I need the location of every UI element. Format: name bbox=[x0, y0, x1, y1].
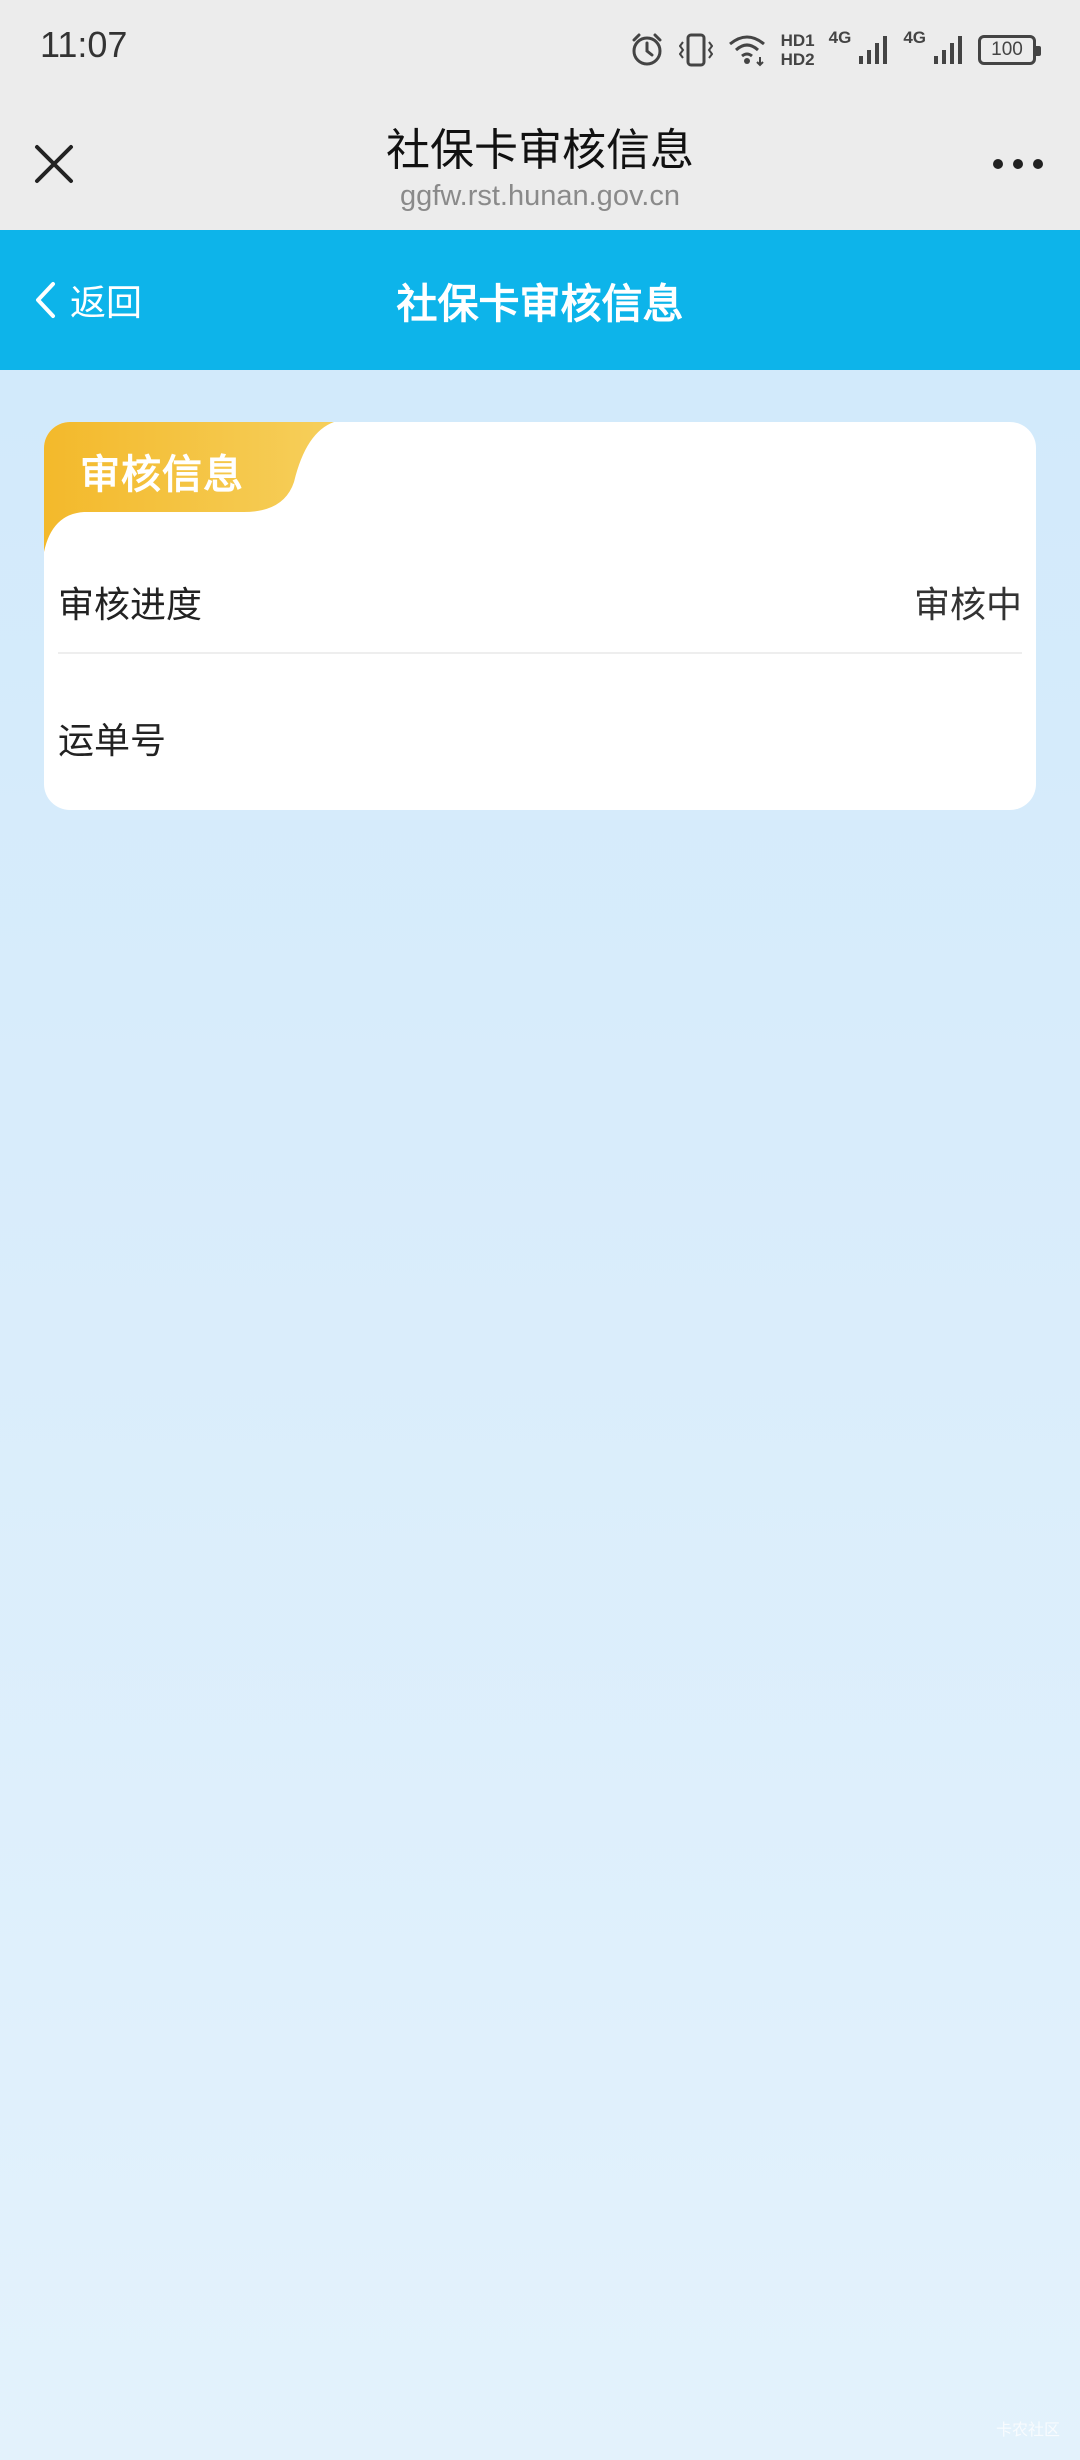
watermark: 卡农社区 bbox=[995, 2420, 1060, 2439]
battery-level: 100 bbox=[991, 39, 1023, 60]
review-progress-row: 审核进度 审核中 bbox=[58, 552, 1022, 654]
review-progress-value: 审核中 bbox=[913, 585, 1022, 626]
review-info-card: 审核信息 审核进度 审核中 运单号 bbox=[44, 422, 1036, 810]
more-button[interactable] bbox=[976, 134, 1060, 194]
hd-top-label: HD1 bbox=[780, 31, 815, 50]
more-icon bbox=[993, 159, 1043, 169]
status-bar: 11:07 HD1 HD2 4G 4G 100 bbox=[0, 0, 1080, 100]
tracking-number-row: 运单号 bbox=[58, 688, 1022, 788]
status-time: 11:07 bbox=[40, 24, 128, 65]
hd-indicator: HD1 HD2 bbox=[781, 31, 815, 69]
hd-bottom-label: HD2 bbox=[780, 50, 815, 69]
battery-icon: 100 bbox=[978, 35, 1041, 65]
tracking-number-label: 运单号 bbox=[58, 721, 167, 762]
signal-icon bbox=[857, 34, 889, 66]
network-type-2: 4G bbox=[903, 28, 926, 47]
signal-icon bbox=[932, 34, 964, 66]
browser-title-bar: 社保卡审核信息 ggfw.rst.hunan.gov.cn bbox=[0, 100, 1080, 230]
status-icons: HD1 HD2 4G 4G 100 bbox=[629, 28, 1041, 72]
browser-url: ggfw.rst.hunan.gov.cn bbox=[400, 180, 680, 212]
card-tag-label: 审核信息 bbox=[80, 452, 244, 498]
browser-title: 社保卡审核信息 bbox=[386, 125, 694, 176]
vibrate-icon bbox=[678, 32, 713, 68]
alarm-icon bbox=[629, 32, 665, 68]
page-title: 社保卡审核信息 bbox=[396, 280, 684, 328]
card-tag: 审核信息 bbox=[44, 422, 334, 552]
wifi-icon bbox=[727, 33, 767, 67]
page-header: 返回 社保卡审核信息 bbox=[0, 230, 1080, 370]
review-progress-label: 审核进度 bbox=[58, 585, 203, 626]
network-type-1: 4G bbox=[828, 28, 852, 47]
